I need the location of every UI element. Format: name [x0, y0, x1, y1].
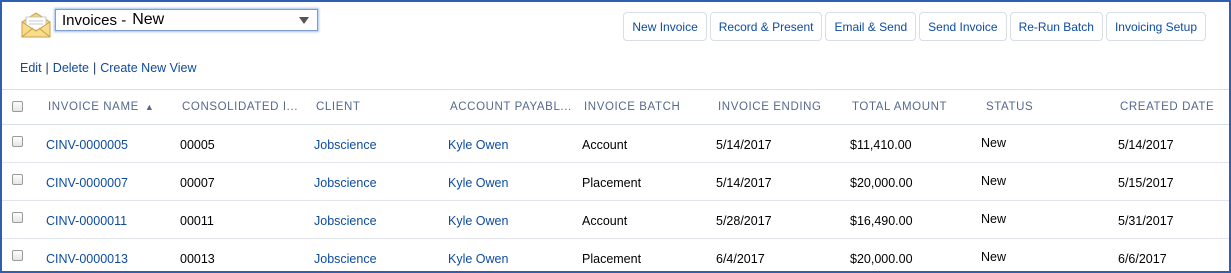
create-new-view-link[interactable]: Create New View: [100, 61, 196, 75]
record-present-button[interactable]: Record & Present: [709, 12, 823, 41]
ap-contact-link[interactable]: Kyle Owen: [448, 252, 508, 266]
consolidated-cell: 00007: [180, 176, 215, 190]
client-link[interactable]: Jobscience: [314, 138, 377, 152]
invoice-ending-cell: 6/4/2017: [716, 252, 765, 266]
ap-contact-link[interactable]: Kyle Owen: [448, 214, 508, 228]
table-row: CINV-0000007 00007 Jobscience Kyle Owen …: [2, 163, 1229, 201]
invoice-batch-cell: Account: [582, 214, 628, 228]
status-cell: New: [981, 212, 1007, 226]
row-checkbox[interactable]: [12, 174, 23, 185]
total-amount-cell: $20,000.00: [850, 176, 913, 190]
mail-folder-icon: [21, 12, 51, 38]
rerun-batch-button[interactable]: Re-Run Batch: [1009, 12, 1103, 41]
chevron-down-icon[interactable]: [299, 17, 309, 24]
invoice-batch-cell: Placement: [582, 252, 642, 266]
row-checkbox[interactable]: [12, 136, 23, 147]
ap-contact-link[interactable]: Kyle Owen: [448, 176, 508, 190]
delete-view-link[interactable]: Delete: [53, 61, 89, 75]
row-checkbox[interactable]: [12, 212, 23, 223]
invoice-ending-cell: 5/28/2017: [716, 214, 772, 228]
created-date-cell: 5/14/2017: [1118, 138, 1174, 152]
total-amount-cell: $16,490.00: [850, 214, 913, 228]
link-separator: |: [45, 61, 49, 75]
column-header-client[interactable]: Client: [316, 101, 361, 113]
select-all-checkbox[interactable]: [12, 101, 23, 112]
invoice-batch-cell: Account: [582, 138, 628, 152]
send-invoice-button[interactable]: Send Invoice: [919, 12, 1007, 41]
column-header-created-date[interactable]: Created Date: [1120, 101, 1214, 113]
column-header-account-payable[interactable]: Account Payabl...: [450, 101, 572, 113]
created-date-cell: 6/6/2017: [1118, 252, 1167, 266]
consolidated-cell: 00005: [180, 138, 215, 152]
row-checkbox[interactable]: [12, 250, 23, 261]
column-header-status[interactable]: Status: [986, 101, 1033, 113]
invoicing-setup-button[interactable]: Invoicing Setup: [1105, 12, 1206, 41]
column-header-total-amount[interactable]: Total Amount: [852, 101, 947, 113]
invoice-name-link[interactable]: CINV-0000011: [46, 214, 127, 228]
created-date-cell: 5/31/2017: [1118, 214, 1174, 228]
column-header-invoice-ending[interactable]: Invoice Ending: [718, 101, 822, 113]
total-amount-cell: $11,410.00: [850, 138, 912, 152]
status-cell: New: [981, 136, 1007, 150]
edit-view-link[interactable]: Edit: [20, 61, 42, 75]
column-header-consolidated[interactable]: Consolidated I...: [182, 101, 298, 113]
status-cell: New: [981, 250, 1007, 264]
invoice-name-link[interactable]: CINV-0000007: [46, 176, 128, 190]
table-header: Invoice Name ▲ Consolidated I... Client A…: [2, 89, 1229, 125]
client-link[interactable]: Jobscience: [314, 214, 377, 228]
created-date-cell: 5/15/2017: [1118, 176, 1174, 190]
view-select-prefix: Invoices -: [62, 11, 127, 29]
email-send-button[interactable]: Email & Send: [825, 12, 917, 41]
consolidated-cell: 00013: [180, 252, 215, 266]
invoice-name-link[interactable]: CINV-0000005: [46, 138, 128, 152]
invoice-list-panel: Invoices - New New Invoice Record & Pres…: [0, 0, 1231, 273]
column-header-invoice-name[interactable]: Invoice Name ▲: [48, 101, 154, 113]
invoice-name-link[interactable]: CINV-0000013: [46, 252, 128, 266]
view-links: Edit | Delete | Create New View: [20, 61, 197, 75]
action-toolbar: New Invoice Record & Present Email & Sen…: [623, 12, 1206, 41]
total-amount-cell: $20,000.00: [850, 252, 913, 266]
invoice-ending-cell: 5/14/2017: [716, 138, 772, 152]
consolidated-cell: 00011: [180, 214, 214, 228]
list-view-select[interactable]: Invoices - New: [55, 9, 318, 31]
invoice-ending-cell: 5/14/2017: [716, 176, 772, 190]
ap-contact-link[interactable]: Kyle Owen: [448, 138, 508, 152]
table-row: CINV-0000013 00013 Jobscience Kyle Owen …: [2, 239, 1229, 271]
status-cell: New: [981, 174, 1007, 188]
view-select-name: New: [132, 11, 165, 28]
client-link[interactable]: Jobscience: [314, 176, 377, 190]
column-header-invoice-batch[interactable]: Invoice Batch: [584, 101, 680, 113]
sort-ascending-icon: ▲: [144, 102, 155, 112]
link-separator: |: [92, 61, 97, 75]
new-invoice-button[interactable]: New Invoice: [623, 12, 707, 41]
invoice-batch-cell: Placement: [582, 176, 642, 190]
table-row: CINV-0000011 00011 Jobscience Kyle Owen …: [2, 201, 1229, 239]
client-link[interactable]: Jobscience: [314, 252, 377, 266]
column-header-label: Invoice Name: [48, 101, 139, 113]
table-row: CINV-0000005 00005 Jobscience Kyle Owen …: [2, 125, 1229, 163]
